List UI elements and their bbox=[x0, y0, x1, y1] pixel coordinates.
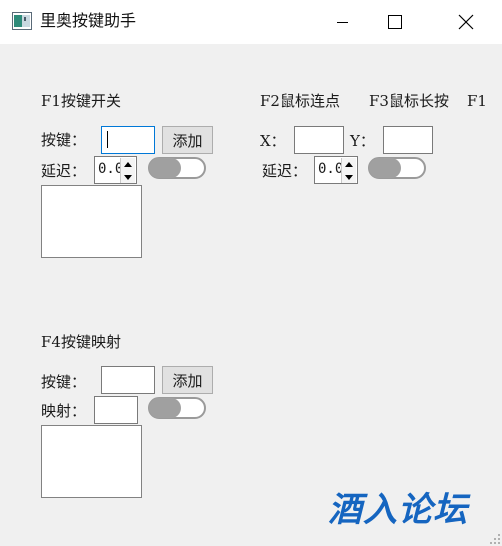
toggle-knob bbox=[149, 158, 181, 178]
f1-key-input[interactable] bbox=[101, 126, 155, 154]
f2-delay-spinbox[interactable]: 0.0 bbox=[314, 156, 358, 184]
f4-map-input[interactable] bbox=[94, 396, 138, 424]
spin-down-button[interactable] bbox=[121, 171, 135, 183]
f2-section-title: F2鼠标连点 bbox=[260, 92, 340, 110]
f2-x-input[interactable] bbox=[294, 126, 344, 154]
f2-delay-label: 延迟： bbox=[262, 162, 308, 180]
f2-delay-value: 0.0 bbox=[318, 161, 344, 177]
resize-grip-icon[interactable] bbox=[490, 534, 500, 544]
f1-section-title-clipped: F1 bbox=[467, 92, 487, 110]
toggle-knob bbox=[149, 398, 181, 418]
spin-up-button[interactable] bbox=[121, 158, 135, 170]
triangle-down-icon bbox=[124, 174, 132, 180]
f4-add-button[interactable]: 添加 bbox=[162, 366, 213, 394]
text-caret bbox=[107, 131, 108, 148]
close-icon bbox=[458, 14, 474, 30]
f1-delay-spinbox[interactable]: 0.0 bbox=[94, 156, 137, 184]
triangle-up-icon bbox=[345, 161, 353, 167]
f2-x-label: X： bbox=[260, 132, 286, 150]
minimize-button[interactable] bbox=[320, 0, 366, 44]
spin-up-button[interactable] bbox=[342, 158, 356, 170]
triangle-down-icon bbox=[345, 174, 353, 180]
forum-watermark: 酒入论坛 bbox=[328, 490, 468, 530]
f3-section-title: F3鼠标长按 bbox=[369, 92, 449, 110]
triangle-up-icon bbox=[124, 161, 132, 167]
toggle-knob bbox=[369, 158, 401, 178]
f1-key-label: 按键： bbox=[41, 131, 87, 149]
f4-toggle-switch[interactable] bbox=[148, 397, 206, 419]
minimize-icon bbox=[337, 22, 348, 23]
f1-section-title: F1按键开关 bbox=[41, 92, 121, 110]
f2-y-label: Y： bbox=[350, 132, 375, 150]
f4-map-label: 映射： bbox=[41, 402, 87, 420]
close-button[interactable] bbox=[443, 0, 489, 44]
window-title: 里奥按键助手 bbox=[40, 11, 137, 30]
f4-section-title: F4按键映射 bbox=[41, 333, 121, 351]
title-bar: 里奥按键助手 bbox=[0, 0, 502, 44]
f2-toggle-switch[interactable] bbox=[368, 157, 426, 179]
f4-key-input[interactable] bbox=[101, 366, 155, 394]
f1-delay-label: 延迟： bbox=[41, 162, 87, 180]
f2-y-input[interactable] bbox=[383, 126, 433, 154]
f4-key-label: 按键： bbox=[41, 373, 87, 391]
app-icon bbox=[12, 12, 32, 30]
maximize-icon bbox=[388, 15, 402, 29]
f1-add-button[interactable]: 添加 bbox=[162, 126, 213, 154]
maximize-button[interactable] bbox=[372, 0, 418, 44]
f4-map-listbox[interactable] bbox=[41, 425, 142, 498]
f1-key-listbox[interactable] bbox=[41, 185, 142, 258]
f1-toggle-switch[interactable] bbox=[148, 157, 206, 179]
spin-down-button[interactable] bbox=[342, 171, 356, 183]
